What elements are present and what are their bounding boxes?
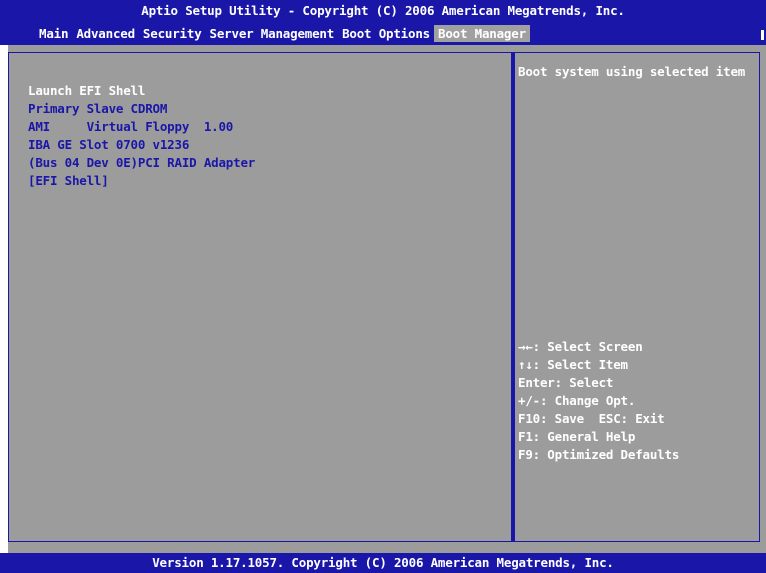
menu-tab-boot-manager[interactable]: Boot Manager xyxy=(434,25,530,42)
boot-item-iba-ge-slot[interactable]: IBA GE Slot 0700 v1236 xyxy=(28,136,498,154)
menu-tab-server-management[interactable]: Server Management xyxy=(206,25,339,42)
boot-item-efi-shell[interactable]: [EFI Shell] xyxy=(28,172,498,190)
menu-bar: Main Advanced Security Server Management… xyxy=(35,25,530,42)
key-legend: →←: Select Screen ↑↓: Select Item Enter:… xyxy=(518,338,758,464)
boot-item-primary-slave-cdrom[interactable]: Primary Slave CDROM xyxy=(28,100,498,118)
menu-tab-boot-options[interactable]: Boot Options xyxy=(338,25,434,42)
boot-item-pci-raid-adapter[interactable]: (Bus 04 Dev 0E)PCI RAID Adapter xyxy=(28,154,498,172)
help-panel xyxy=(514,52,760,542)
key-hint-optimized-defaults: F9: Optimized Defaults xyxy=(518,447,680,462)
scroll-indicator xyxy=(761,30,764,40)
screen-margin xyxy=(0,45,8,553)
bios-setup-screen: Aptio Setup Utility - Copyright (C) 2006… xyxy=(0,0,766,573)
boot-item-launch-efi-shell[interactable]: Launch EFI Shell xyxy=(28,82,498,100)
help-description: Boot system using selected item xyxy=(518,64,746,79)
menu-tab-advanced[interactable]: Advanced xyxy=(72,25,139,42)
title-bar: Aptio Setup Utility - Copyright (C) 2006… xyxy=(0,0,766,45)
version-footer: Version 1.17.1057. Copyright (C) 2006 Am… xyxy=(152,555,614,570)
key-hint-select-item: ↑↓: Select Item xyxy=(518,357,628,372)
menu-tab-security[interactable]: Security xyxy=(139,25,206,42)
key-hint-general-help: F1: General Help xyxy=(518,429,636,444)
utility-title: Aptio Setup Utility - Copyright (C) 2006… xyxy=(141,3,625,18)
menu-tab-main[interactable]: Main xyxy=(35,25,72,42)
key-hint-select-screen: →←: Select Screen xyxy=(518,339,643,354)
key-hint-save-exit: F10: Save ESC: Exit xyxy=(518,411,665,426)
key-hint-change-option: +/-: Change Opt. xyxy=(518,393,636,408)
boot-item-virtual-floppy[interactable]: AMI Virtual Floppy 1.00 xyxy=(28,118,498,136)
key-hint-enter-select: Enter: Select xyxy=(518,375,614,390)
boot-device-list: Launch EFI Shell Primary Slave CDROM AMI… xyxy=(28,82,498,190)
